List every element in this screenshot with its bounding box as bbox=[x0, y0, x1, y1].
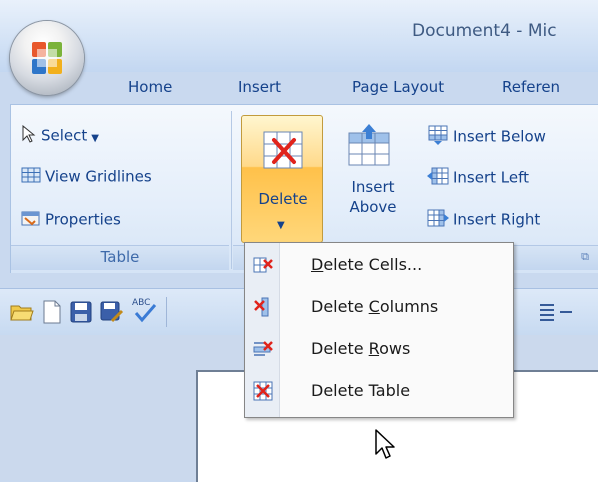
insert-below-button[interactable]: Insert Below bbox=[427, 125, 546, 149]
properties-icon bbox=[21, 209, 41, 231]
insert-below-label: Insert Below bbox=[453, 127, 546, 146]
delete-cells-icon bbox=[253, 257, 273, 273]
office-button[interactable] bbox=[10, 21, 84, 95]
view-gridlines-label: View Gridlines bbox=[45, 167, 152, 186]
open-folder-icon[interactable] bbox=[10, 301, 34, 323]
mouse-pointer-icon bbox=[375, 429, 395, 459]
insert-left-label: Insert Left bbox=[453, 168, 530, 187]
tab-references[interactable]: Referen bbox=[502, 74, 560, 100]
insert-left-button[interactable]: Insert Left bbox=[427, 167, 529, 189]
cursor-arrow-icon bbox=[21, 124, 37, 147]
delete-dropdown-icon: ▼ bbox=[277, 220, 285, 231]
save-as-icon[interactable] bbox=[100, 301, 124, 323]
insert-right-label: Insert Right bbox=[453, 210, 541, 229]
toolbar-divider bbox=[166, 297, 167, 327]
insert-right-icon bbox=[427, 209, 449, 231]
line-spacing-icon[interactable] bbox=[536, 300, 576, 324]
insert-below-icon bbox=[427, 125, 449, 149]
tab-insert[interactable]: Insert bbox=[238, 74, 281, 100]
delete-rows-label: Delete Rows bbox=[311, 339, 411, 358]
delete-table-label: Delete Table bbox=[311, 381, 411, 400]
select-button[interactable]: Select ▼ bbox=[21, 124, 99, 147]
delete-rows-icon bbox=[253, 341, 273, 356]
new-document-icon[interactable] bbox=[42, 300, 62, 324]
select-dropdown-icon: ▼ bbox=[91, 132, 99, 144]
window-title: Document4 - Mic bbox=[412, 21, 557, 41]
insert-above-label-line1: Insert bbox=[351, 178, 395, 196]
insert-above-button[interactable]: Insert Above bbox=[337, 119, 409, 243]
menu-item-delete-rows[interactable]: Delete Rows bbox=[245, 329, 513, 371]
delete-columns-label: Delete Columns bbox=[311, 297, 439, 316]
properties-label: Properties bbox=[45, 210, 121, 229]
properties-button[interactable]: Properties bbox=[21, 209, 121, 231]
delete-table-icon bbox=[263, 131, 303, 169]
view-gridlines-button[interactable]: View Gridlines bbox=[21, 167, 152, 187]
save-icon[interactable] bbox=[70, 301, 92, 323]
svg-text:ABC: ABC bbox=[132, 298, 150, 308]
delete-columns-icon bbox=[254, 297, 269, 317]
insert-right-button[interactable]: Insert Right bbox=[427, 209, 540, 231]
insert-above-label-line2: Above bbox=[349, 198, 397, 216]
delete-button[interactable]: Delete ▼ bbox=[241, 115, 323, 243]
dialog-launcher-icon[interactable]: ⧉ bbox=[581, 246, 589, 268]
select-label: Select bbox=[41, 126, 88, 145]
menu-item-delete-cells[interactable]: Delete Cells... bbox=[245, 245, 513, 287]
office-logo-icon bbox=[32, 42, 62, 74]
insert-above-label: Insert Above bbox=[337, 177, 409, 217]
tab-home[interactable]: Home bbox=[128, 74, 172, 100]
group-divider bbox=[231, 111, 232, 269]
title-bar: Document4 - Mic bbox=[0, 0, 598, 72]
insert-above-icon bbox=[348, 124, 390, 166]
spelling-check-icon[interactable]: ABC bbox=[130, 295, 158, 325]
menu-item-delete-columns[interactable]: Delete Columns bbox=[245, 287, 513, 329]
insert-left-icon bbox=[427, 167, 449, 189]
delete-dropdown-menu: Delete Cells... Delete Columns Delete Ro… bbox=[244, 242, 514, 418]
menu-item-delete-table[interactable]: Delete Table bbox=[245, 371, 513, 413]
tab-page-layout[interactable]: Page Layout bbox=[352, 74, 444, 100]
delete-cells-label: Delete Cells... bbox=[311, 255, 423, 274]
table-group-label: Table bbox=[11, 245, 229, 270]
delete-label: Delete bbox=[258, 190, 308, 208]
delete-table-small-icon bbox=[253, 381, 273, 401]
gridlines-icon bbox=[21, 167, 41, 187]
